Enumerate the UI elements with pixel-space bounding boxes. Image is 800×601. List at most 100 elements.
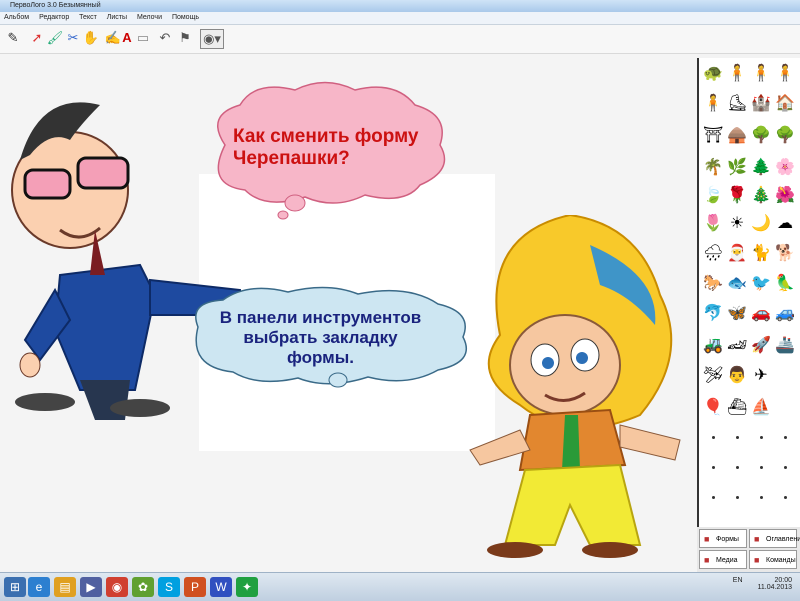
tree-shape-icon[interactable]: 🌳 — [751, 126, 771, 146]
skype-icon[interactable]: S — [158, 577, 180, 597]
plant-shape-icon[interactable]: 🌿 — [727, 158, 747, 178]
car-shape-icon[interactable]: 🚗 — [751, 304, 771, 324]
flower2-shape-icon[interactable]: 🌺 — [775, 186, 795, 206]
empty-slot[interactable] — [712, 496, 715, 499]
empty-slot[interactable] — [736, 436, 739, 439]
tractor-shape-icon[interactable]: 🚜 — [703, 336, 723, 356]
empty-slot[interactable] — [736, 466, 739, 469]
sun-shape-icon[interactable]: ☀ — [727, 214, 747, 234]
shapes-palette: 🐢 🧍 🧍 🧍 🧍 ⛸ 🏰 🏠 ⛩ 🛖 🌳 🌳 🌴 🌿 🌲 🌸 🍃 🌹 🎄 🌺 … — [697, 58, 800, 572]
hut-shape-icon[interactable]: 🛖 — [727, 126, 747, 146]
fir2-shape-icon[interactable]: 🎄 — [751, 186, 771, 206]
powerpoint-icon[interactable]: P — [184, 577, 206, 597]
tab-contents[interactable]: Оглавление — [749, 529, 800, 549]
scissors-tool-icon[interactable]: ✂ — [64, 29, 82, 47]
skater-shape-icon[interactable]: ⛸ — [727, 94, 747, 114]
moon-shape-icon[interactable]: 🌙 — [751, 214, 771, 234]
balloon-shape-icon[interactable]: 🎈 — [703, 398, 723, 418]
tray-clock[interactable]: EN 20:00 11.04.2013 — [733, 577, 792, 591]
girl-shape-icon[interactable]: 🧍 — [727, 64, 747, 84]
man-shape-icon[interactable]: 🧍 — [775, 64, 795, 84]
tab-forms[interactable]: Формы — [699, 529, 747, 549]
empty-slot[interactable] — [736, 496, 739, 499]
flag-icon[interactable]: ⚑ — [176, 29, 194, 47]
folder-icon[interactable]: ▤ — [54, 577, 76, 597]
car2-shape-icon[interactable]: 🚙 — [775, 304, 795, 324]
brush-tool-icon[interactable]: 🖌 — [46, 29, 64, 47]
house-shape-icon[interactable]: 🏠 — [775, 94, 795, 114]
castle-shape-icon[interactable]: 🏰 — [751, 94, 771, 114]
empty-slot[interactable] — [784, 496, 787, 499]
rose-shape-icon[interactable]: 🌹 — [727, 186, 747, 206]
color-dropdown-icon[interactable]: ◉▾ — [200, 29, 224, 49]
tab-media[interactable]: Медиа — [699, 550, 747, 570]
empty-slot[interactable] — [712, 466, 715, 469]
ie-icon[interactable]: e — [28, 577, 50, 597]
menu-item-sheets[interactable]: Листы — [107, 12, 127, 24]
taskbar: ⊞ e ▤ ▶ ◉ ✿ S P W ✦ EN 20:00 11.04.2013 — [0, 572, 800, 601]
tab-commands[interactable]: Команды — [749, 550, 797, 570]
empty-slot[interactable] — [784, 466, 787, 469]
start-button[interactable]: ⊞ — [4, 577, 26, 597]
toolbar: ✎ ➚ 🖌 ✂ ✋ ✍ A ▭ ↶ ⚑ ◉▾ — [0, 25, 800, 54]
question-text: Как сменить форму Черепашки? — [233, 126, 419, 170]
astronaut-shape-icon[interactable]: 👨 — [727, 366, 747, 386]
butterfly-shape-icon[interactable]: 🦋 — [727, 304, 747, 324]
leaf-shape-icon[interactable]: 🍃 — [703, 186, 723, 206]
turtle-tool-icon[interactable]: ✎ — [4, 29, 22, 47]
stamp-tool-icon[interactable]: ✋ — [82, 29, 100, 47]
cat-shape-icon[interactable]: 🐈 — [751, 244, 771, 264]
tray-language[interactable]: EN — [733, 577, 743, 584]
dog-shape-icon[interactable]: 🐕 — [775, 244, 795, 264]
app-icon[interactable]: ✿ — [132, 577, 154, 597]
empty-slot[interactable] — [760, 496, 763, 499]
question-line-1: Как сменить форму — [233, 126, 419, 147]
palm-shape-icon[interactable]: 🌴 — [703, 158, 723, 178]
title-bar: ПервоЛого 3.0 Безымянный — [0, 0, 800, 12]
fish-shape-icon[interactable]: 🐟 — [727, 274, 747, 294]
empty-slot[interactable] — [760, 436, 763, 439]
answer-text: В панели инструментов выбрать закладку ф… — [198, 308, 443, 368]
tulip-shape-icon[interactable]: 🌷 — [703, 214, 723, 234]
santa-shape-icon[interactable]: 🎅 — [727, 244, 747, 264]
eraser-tool-icon[interactable]: ▭ — [134, 29, 152, 47]
flower-shape-icon[interactable]: 🌸 — [775, 158, 795, 178]
menu-item-text[interactable]: Текст — [79, 12, 97, 24]
ship-shape-icon[interactable]: 🚢 — [775, 336, 795, 356]
menu-item-trifles[interactable]: Мелочи — [137, 12, 162, 24]
empty-slot[interactable] — [760, 466, 763, 469]
turtle-shape-icon[interactable]: 🐢 — [703, 64, 723, 84]
jet-shape-icon[interactable]: ✈ — [751, 366, 771, 386]
cloud-shape-icon[interactable]: ☁ — [775, 214, 795, 234]
pointer-tool-icon[interactable]: ➚ — [28, 29, 46, 47]
undo-icon[interactable]: ↶ — [156, 29, 174, 47]
answer-line-2: выбрать закладку — [243, 328, 398, 347]
dolphin-shape-icon[interactable]: 🐬 — [703, 304, 723, 324]
logo-app-icon[interactable]: ✦ — [236, 577, 258, 597]
plane-shape-icon[interactable]: 🛩 — [703, 366, 723, 386]
sailboat-shape-icon[interactable]: ⛵ — [751, 398, 771, 418]
media-player-icon[interactable]: ▶ — [80, 577, 102, 597]
man2-shape-icon[interactable]: 🧍 — [703, 94, 723, 114]
bush-shape-icon[interactable]: 🌳 — [775, 126, 795, 146]
rain-shape-icon[interactable]: 🌧 — [703, 244, 723, 264]
fir-shape-icon[interactable]: 🌲 — [751, 158, 771, 178]
parrot-shape-icon[interactable]: 🦜 — [775, 274, 795, 294]
chrome-icon[interactable]: ◉ — [106, 577, 128, 597]
boat-shape-icon[interactable]: ⛴ — [727, 398, 747, 418]
boy-shape-icon[interactable]: 🧍 — [751, 64, 771, 84]
clock-time: 20:00 — [774, 577, 792, 584]
menu-item-help[interactable]: Помощь — [172, 12, 199, 24]
boy-character — [469, 215, 681, 558]
horse-shape-icon[interactable]: 🐎 — [703, 274, 723, 294]
racecar-shape-icon[interactable]: 🏎 — [727, 336, 747, 356]
menu-item-album[interactable]: Альбом — [4, 12, 29, 24]
empty-slot[interactable] — [712, 436, 715, 439]
rocket-shape-icon[interactable]: 🚀 — [751, 336, 771, 356]
word-icon[interactable]: W — [210, 577, 232, 597]
pagoda-shape-icon[interactable]: ⛩ — [703, 126, 723, 146]
palette-tabs: Формы Оглавление Медиа Команды — [697, 527, 800, 572]
bird-shape-icon[interactable]: 🐦 — [751, 274, 771, 294]
empty-slot[interactable] — [784, 436, 787, 439]
menu-item-editor[interactable]: Редактор — [39, 12, 69, 24]
